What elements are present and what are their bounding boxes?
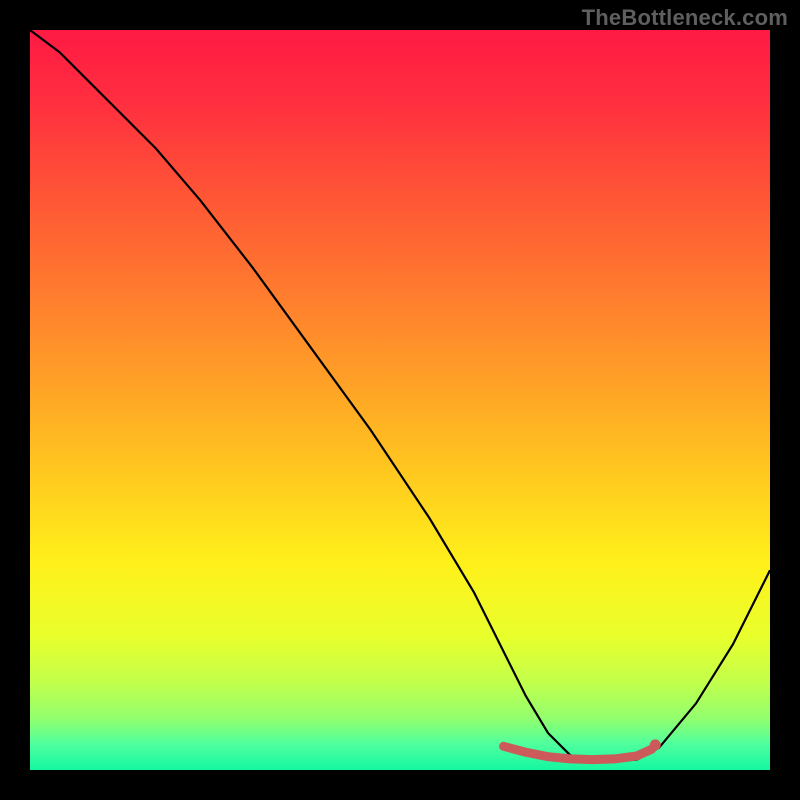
bottleneck-chart xyxy=(0,0,800,800)
chart-container: TheBottleneck.com xyxy=(0,0,800,800)
watermark-text: TheBottleneck.com xyxy=(582,5,788,31)
gradient-background xyxy=(30,30,770,770)
optimal-end-dot xyxy=(650,739,661,750)
marker-layer xyxy=(650,739,661,750)
